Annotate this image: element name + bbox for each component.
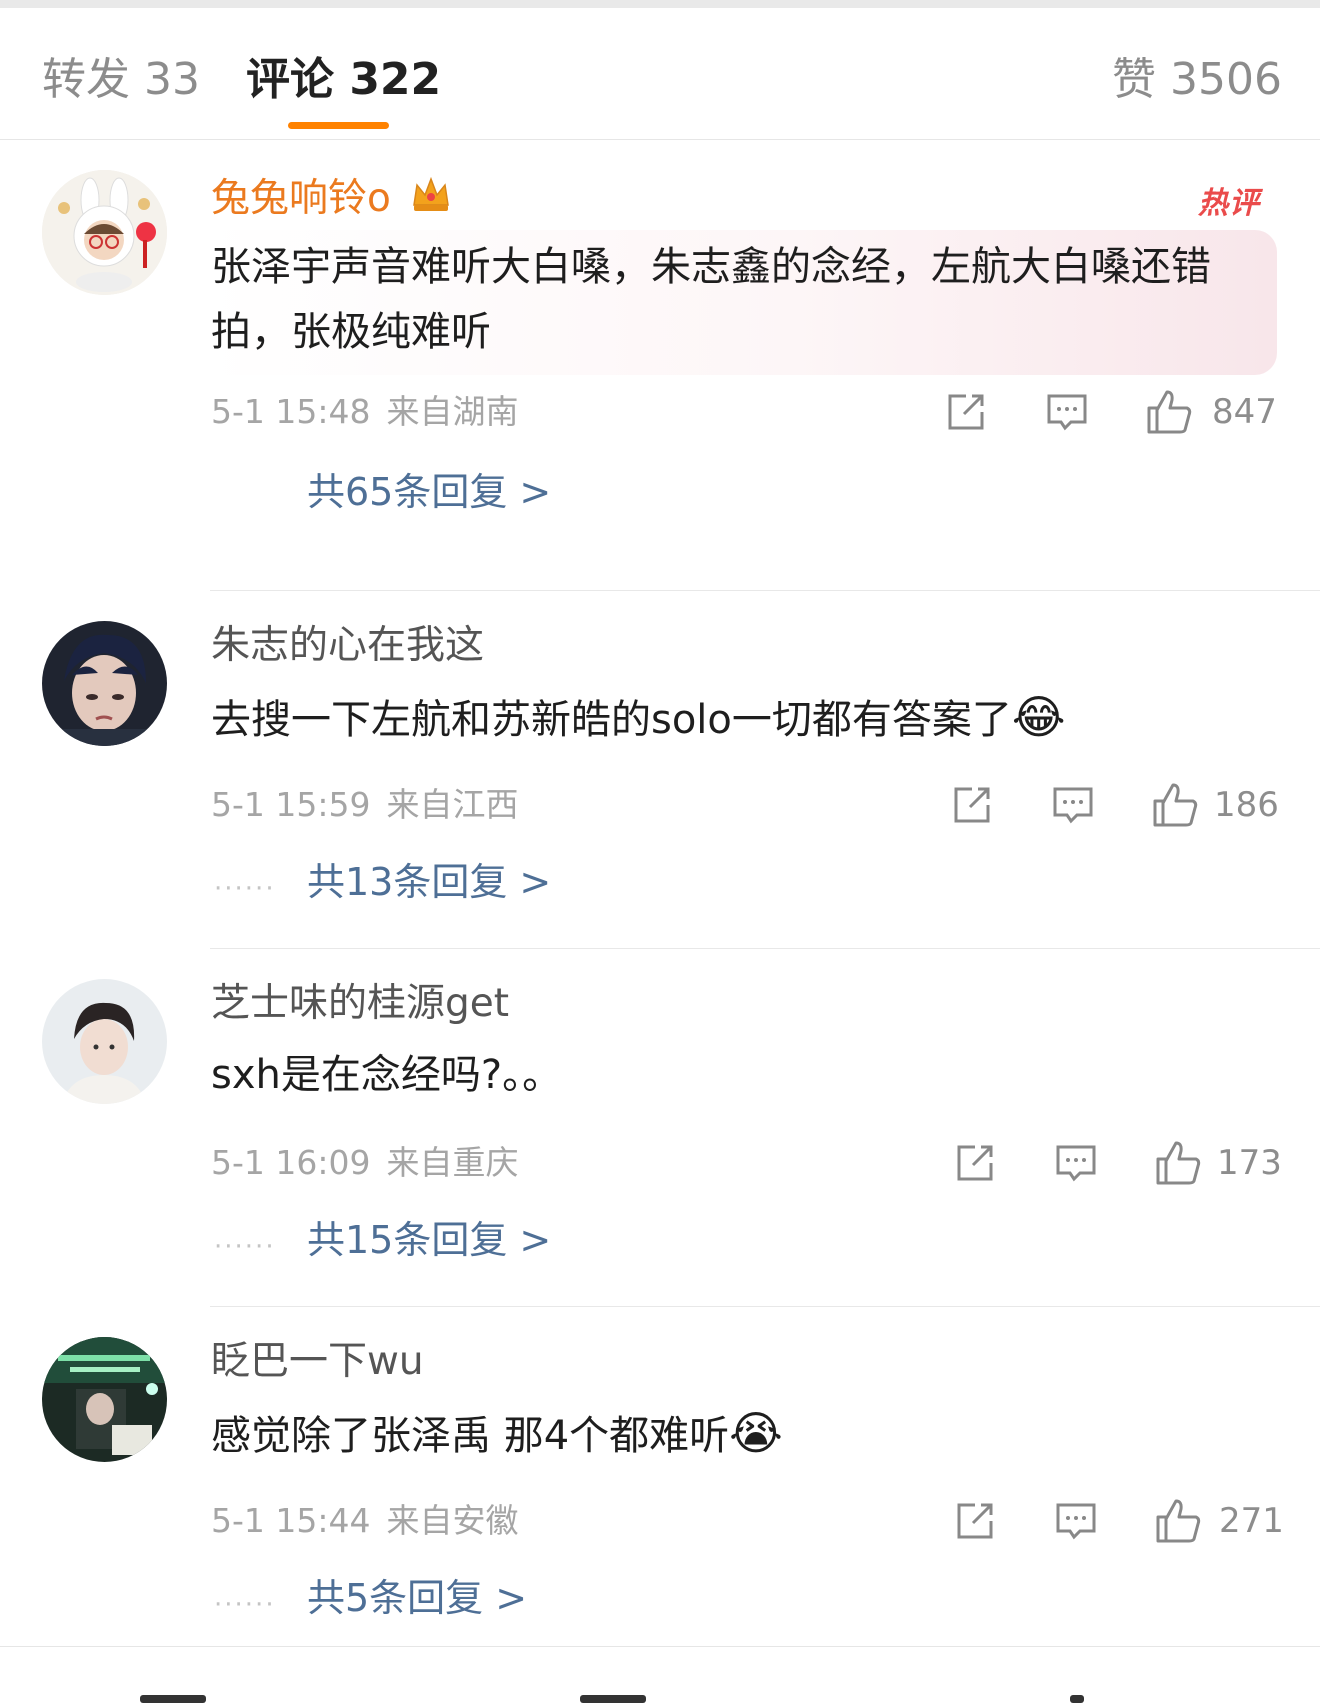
avatar[interactable] bbox=[42, 170, 167, 295]
comment-location: 来自湖南 bbox=[386, 392, 519, 431]
share-icon[interactable] bbox=[944, 390, 988, 434]
comment-date: 5-1 15:48 bbox=[211, 392, 371, 431]
comment-meta: 5-1 15:48 来自湖南 bbox=[211, 391, 535, 433]
divider bbox=[210, 1306, 1320, 1307]
avatar[interactable] bbox=[42, 621, 167, 746]
like-icon[interactable] bbox=[1151, 781, 1198, 827]
laughing-emoji-icon: 😂 bbox=[1011, 690, 1066, 744]
comment-meta: 5-1 16:09 来自重庆 bbox=[211, 1142, 535, 1184]
reply-dots: ······ bbox=[214, 874, 276, 904]
like-icon[interactable] bbox=[1154, 1497, 1201, 1543]
top-strip bbox=[0, 0, 1320, 8]
view-replies-link[interactable]: 共15条回复 > bbox=[307, 1215, 551, 1265]
comment-date: 5-1 15:59 bbox=[211, 785, 371, 824]
comment-icon[interactable] bbox=[1045, 390, 1089, 434]
share-icon[interactable] bbox=[953, 1141, 997, 1185]
avatar-image bbox=[42, 621, 167, 746]
username[interactable]: 朱志的心在我这 bbox=[211, 621, 484, 671]
tab-comments[interactable]: 评论 322 bbox=[246, 50, 441, 110]
active-tab-indicator bbox=[288, 122, 389, 129]
like-count: 186 bbox=[1214, 785, 1279, 825]
comment-text: 感觉除了张泽禹 那4个都难听😭 bbox=[211, 1401, 1251, 1469]
hot-comment-badge: 热评 bbox=[1198, 186, 1260, 221]
crying-emoji-icon: 😭 bbox=[729, 1406, 783, 1460]
username[interactable]: 眨巴一下wu bbox=[211, 1337, 424, 1387]
comment-icon[interactable] bbox=[1054, 1141, 1098, 1185]
comment-meta: 5-1 15:44 来自安徽 bbox=[211, 1500, 535, 1542]
comment-date: 5-1 15:44 bbox=[211, 1501, 371, 1540]
tab-repost[interactable]: 转发 33 bbox=[42, 50, 200, 110]
like-icon[interactable] bbox=[1154, 1139, 1201, 1185]
reply-dots: ······ bbox=[214, 1590, 276, 1620]
share-icon[interactable] bbox=[950, 783, 994, 827]
comment-location: 来自安徽 bbox=[386, 1501, 519, 1540]
username[interactable]: 芝士味的桂源get bbox=[211, 979, 509, 1029]
reply-dots: ······ bbox=[214, 1232, 276, 1262]
comment-text: 张泽宇声音难听大白嗓，朱志鑫的念经，左航大白嗓还错拍，张极纯难听 bbox=[211, 244, 1211, 355]
like-count: 173 bbox=[1217, 1143, 1282, 1183]
comment-text: 去搜一下左航和苏新皓的solo一切都有答案了😂 bbox=[211, 685, 1251, 753]
comment-text-body: 感觉除了张泽禹 那4个都难听 bbox=[211, 1413, 730, 1459]
avatar-image bbox=[42, 979, 167, 1104]
bottom-toolbar bbox=[0, 1646, 1320, 1703]
like-count: 847 bbox=[1212, 392, 1277, 432]
like-count: 271 bbox=[1219, 1501, 1284, 1541]
avatar[interactable] bbox=[42, 1337, 167, 1462]
username-text[interactable]: 兔兔响铃o bbox=[211, 176, 391, 221]
comment-text: sxh是在念经吗?。。 bbox=[211, 1052, 563, 1098]
comment-location: 来自江西 bbox=[386, 785, 519, 824]
comment-meta: 5-1 15:59 来自江西 bbox=[211, 784, 535, 826]
view-replies-link[interactable]: 共5条回复 > bbox=[307, 1573, 527, 1623]
crown-icon bbox=[411, 175, 451, 226]
like-icon[interactable] bbox=[1145, 388, 1192, 434]
comment-icon[interactable] bbox=[1054, 1499, 1098, 1543]
view-replies-link[interactable]: 共65条回复 > bbox=[307, 467, 551, 517]
comment-icon[interactable] bbox=[1051, 783, 1095, 827]
comment-date: 5-1 16:09 bbox=[211, 1143, 371, 1182]
divider bbox=[210, 948, 1320, 949]
tab-likes[interactable]: 赞 3506 bbox=[1112, 50, 1282, 110]
comment-location: 来自重庆 bbox=[386, 1143, 519, 1182]
avatar-image bbox=[42, 170, 167, 295]
avatar-image bbox=[42, 1337, 167, 1462]
share-icon[interactable] bbox=[953, 1499, 997, 1543]
tab-bar: 转发 33 评论 322 赞 3506 bbox=[0, 8, 1320, 140]
comment-text-body: 去搜一下左航和苏新皓的solo一切都有答案了 bbox=[211, 697, 1012, 743]
avatar[interactable] bbox=[42, 979, 167, 1104]
username[interactable]: 兔兔响铃o bbox=[211, 174, 451, 226]
view-replies-link[interactable]: 共13条回复 > bbox=[307, 857, 551, 907]
divider bbox=[210, 590, 1320, 591]
